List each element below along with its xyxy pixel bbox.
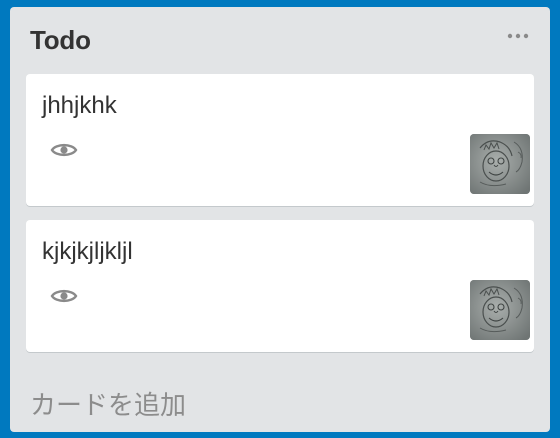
eye-icon xyxy=(50,287,78,305)
card-thumbnail-image[interactable] xyxy=(470,134,530,194)
card-title: kjkjkjljkljl xyxy=(42,238,133,265)
card-title: jhhjkhk xyxy=(42,92,117,119)
card-thumbnail-image[interactable] xyxy=(470,280,530,340)
add-card-button[interactable]: カードを追加 xyxy=(30,385,186,422)
todo-list: Todo jhhjkhk kjkjkjljkljl カードを追加 xyxy=(10,7,550,432)
more-horizontal-icon[interactable] xyxy=(504,24,532,48)
list-header: Todo xyxy=(10,7,550,71)
card[interactable]: jhhjkhk xyxy=(26,74,534,206)
card[interactable]: kjkjkjljkljl xyxy=(26,220,534,352)
list-title[interactable]: Todo xyxy=(30,25,91,56)
eye-icon xyxy=(50,141,78,159)
